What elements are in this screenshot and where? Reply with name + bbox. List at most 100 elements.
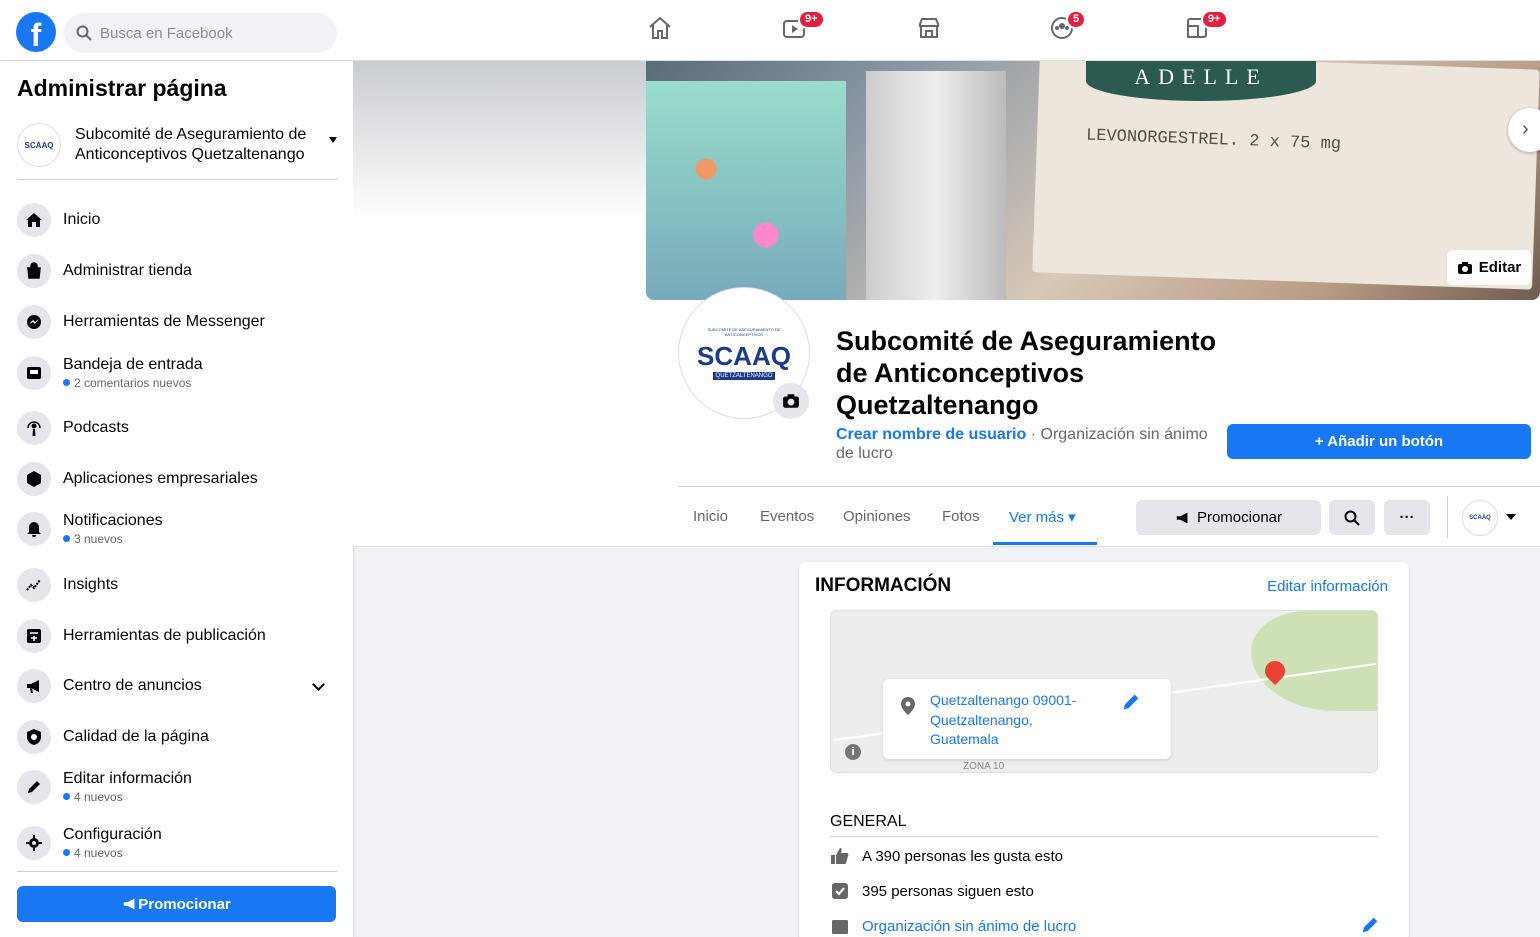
address-card: Quetzaltenango 09001-Quetzaltenango, Gua… <box>883 679 1171 759</box>
category-link[interactable]: Organización sin ánimo de lucro <box>862 918 1076 935</box>
sidebar-item-sub: 4 nuevos <box>63 789 192 805</box>
follow-check-icon <box>832 883 848 899</box>
info-card: INFORMACIÓN Editar información i ZONA 10… <box>799 562 1409 937</box>
caret-down-icon[interactable] <box>1506 514 1516 520</box>
page-avatar: SCAAQ <box>17 123 61 167</box>
likes-row: A 390 personas les gusta esto <box>830 846 1063 866</box>
search-icon <box>76 25 92 41</box>
tab-fotos[interactable]: Fotos <box>942 508 980 525</box>
sidebar-item-label: Herramientas de publicación <box>63 627 266 644</box>
sidebar-item-shop[interactable]: Administrar tienda <box>17 249 337 293</box>
sidebar-item-edit-info[interactable]: Editar información 4 nuevos <box>17 765 337 809</box>
sidebar-item-inbox[interactable]: Bandeja de entrada 2 comentarios nuevos <box>17 351 337 395</box>
divider <box>1447 496 1448 538</box>
sidebar-item-page-quality[interactable]: Calidad de la página <box>17 715 337 759</box>
chevron-down-icon[interactable] <box>312 678 325 691</box>
podcast-icon <box>17 411 51 445</box>
divider <box>678 486 1540 487</box>
manage-page-sidebar: Administrar página SCAAQ Subcomité de As… <box>0 61 353 937</box>
sidebar-item-label: Aplicaciones empresariales <box>63 470 258 487</box>
tab-inicio[interactable]: Inicio <box>693 508 728 525</box>
sidebar-item-ad-center[interactable]: Centro de anuncios <box>17 664 337 708</box>
category-row[interactable]: Organización sin ánimo de lucro <box>830 916 1076 936</box>
page-switcher[interactable]: SCAAQ Subcomité de Aseguramiento de Anti… <box>17 119 337 171</box>
search-box[interactable] <box>64 13 337 53</box>
account-avatar[interactable]: SCAAQ <box>1462 500 1498 536</box>
edit-info-link[interactable]: Editar información <box>1267 578 1388 595</box>
divider <box>830 836 1378 837</box>
top-navigation-bar: f 9+ 5 9+ <box>0 0 1540 61</box>
megaphone-icon <box>1176 512 1188 523</box>
map-zone-label: ZONA 10 <box>963 761 1005 772</box>
promote-button[interactable]: Promocionar <box>17 886 336 922</box>
sidebar-item-publishing-tools[interactable]: Herramientas de publicación <box>17 614 337 658</box>
tab-opiniones[interactable]: Opiniones <box>843 508 911 525</box>
sidebar-item-podcasts[interactable]: Podcasts <box>17 406 337 450</box>
camera-icon <box>783 394 799 408</box>
insights-icon <box>17 568 51 602</box>
more-options-button[interactable]: ··· <box>1384 500 1430 535</box>
address-link[interactable]: Quetzaltenango 09001-Quetzaltenango, Gua… <box>930 691 1100 750</box>
gaming-badge: 9+ <box>1201 10 1228 29</box>
cover-photo[interactable]: ADELLE LEVONORGESTREL. 2 x 75 mg <box>646 61 1540 300</box>
edit-cover-label: Editar <box>1478 259 1522 276</box>
edit-pencil-icon[interactable] <box>1359 914 1381 936</box>
promote-page-label: Promocionar <box>1196 509 1283 526</box>
sidebar-title: Administrar página <box>17 75 227 101</box>
location-map[interactable]: i ZONA 10 Quetzaltenango 09001-Quetzalte… <box>830 610 1378 773</box>
divider <box>17 871 337 872</box>
bell-icon <box>17 512 51 546</box>
sidebar-item-subtext: 4 nuevos <box>74 846 123 860</box>
watch-icon[interactable]: 9+ <box>780 10 825 44</box>
sidebar-item-notifications[interactable]: Notificaciones 3 nuevos <box>17 507 337 551</box>
create-username-link[interactable]: Crear nombre de usuario <box>836 426 1026 443</box>
search-page-button[interactable] <box>1329 500 1375 535</box>
sidebar-item-business-apps[interactable]: Aplicaciones empresariales <box>17 457 337 501</box>
facebook-logo[interactable]: f <box>16 12 56 52</box>
edit-pencil-icon[interactable] <box>1120 691 1142 713</box>
search-input[interactable] <box>100 24 320 42</box>
sidebar-item-inicio[interactable]: Inicio <box>17 198 337 242</box>
sidebar-item-label: Notificaciones <box>63 512 163 529</box>
publishing-tools-icon <box>17 619 51 653</box>
pencil-icon <box>17 770 51 804</box>
sidebar-item-subtext: 4 nuevos <box>74 790 123 804</box>
tab-ver-mas[interactable]: Ver más ▾ <box>1009 508 1076 526</box>
sidebar-item-sub: 2 comentarios nuevos <box>63 375 203 391</box>
edit-cover-button[interactable]: Editar <box>1447 250 1531 285</box>
search-icon <box>1344 510 1360 526</box>
info-title: INFORMACIÓN <box>815 575 952 596</box>
sidebar-item-insights[interactable]: Insights <box>17 563 337 607</box>
sidebar-item-label: Inicio <box>63 211 101 228</box>
add-button-button[interactable]: + Añadir un botón <box>1227 424 1531 459</box>
followers-text: 395 personas siguen esto <box>862 882 1034 900</box>
sidebar-item-messenger[interactable]: Herramientas de Messenger <box>17 300 337 344</box>
gaming-icon[interactable]: 9+ <box>1183 10 1228 44</box>
sidebar-item-label: Insights <box>63 576 119 593</box>
active-tab-indicator <box>993 542 1097 545</box>
unread-dot <box>63 379 70 386</box>
cover-blister-pack <box>866 71 1006 300</box>
likes-text: A 390 personas les gusta esto <box>862 847 1063 865</box>
page-switcher-name: Subcomité de Aseguramiento de Anticoncep… <box>75 126 307 163</box>
profile-logo-arc-text: SUBCOMITÉ DE ASEGURAMIENTO DE ANTICONCEP… <box>707 326 781 337</box>
page-meta: Crear nombre de usuario · Organización s… <box>836 425 1216 463</box>
info-icon[interactable]: i <box>845 744 861 760</box>
unread-dot <box>63 849 70 856</box>
sidebar-item-subtext: 3 nuevos <box>74 532 123 546</box>
caret-down-icon <box>329 137 337 143</box>
sidebar-item-settings[interactable]: Configuración 4 nuevos <box>17 821 337 865</box>
gear-icon <box>17 826 51 860</box>
sidebar-item-label: Editar información <box>63 770 192 787</box>
marketplace-icon[interactable] <box>915 14 945 44</box>
location-pin-icon <box>901 697 915 715</box>
followers-row: 395 personas siguen esto <box>830 881 1034 901</box>
sidebar-item-label: Administrar tienda <box>63 262 192 279</box>
home-icon[interactable] <box>646 14 676 44</box>
groups-badge: 5 <box>1066 10 1087 29</box>
groups-icon[interactable]: 5 <box>1048 10 1087 44</box>
update-profile-picture-button[interactable] <box>773 383 809 419</box>
promote-page-button[interactable]: Promocionar <box>1136 500 1321 535</box>
shield-icon <box>17 720 51 754</box>
tab-eventos[interactable]: Eventos <box>760 508 814 525</box>
